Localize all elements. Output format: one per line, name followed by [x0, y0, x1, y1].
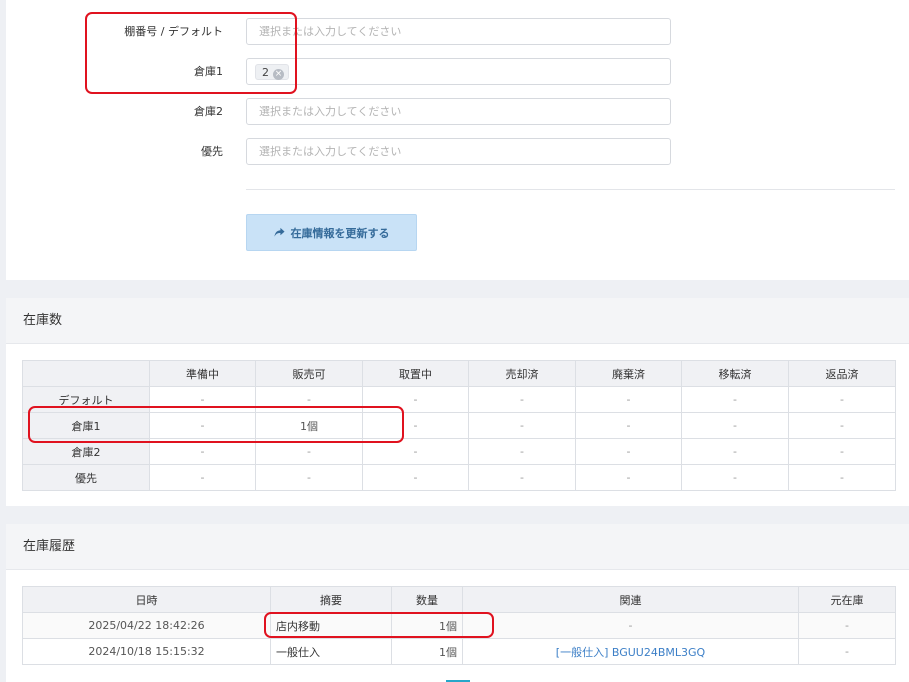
- priority-input[interactable]: 選択または入力してください: [246, 138, 671, 165]
- history-section-header: 在庫履歴: [6, 524, 909, 570]
- table-cell: -: [468, 386, 576, 413]
- table-cell: -: [149, 438, 256, 465]
- table-cell: -: [255, 464, 363, 491]
- table-cell: -: [788, 438, 896, 465]
- history-section-body: 日時 摘要 数量 関連 元在庫 2025/04/22 18:42:26 店内移動…: [6, 570, 909, 682]
- table-cell: 1個: [255, 412, 363, 439]
- column-header: 売却済: [468, 360, 576, 387]
- column-header: 摘要: [270, 586, 392, 613]
- table-row: 優先 - - - - - - -: [22, 464, 896, 491]
- table-row: 2025/04/22 18:42:26 店内移動 1個 - -: [22, 612, 896, 639]
- history-datetime: 2025/04/22 18:42:26: [22, 612, 271, 639]
- table-cell: -: [788, 464, 896, 491]
- history-quantity: 1個: [391, 638, 463, 665]
- history-summary: 一般仕入: [270, 638, 392, 665]
- row-label: 倉庫1: [22, 412, 150, 439]
- stock-table-header: 準備中 販売可 取置中 売却済 廃棄済 移転済 返品済: [22, 360, 896, 387]
- table-cell: -: [681, 464, 789, 491]
- table-cell: -: [362, 386, 469, 413]
- column-header: 日時: [22, 586, 271, 613]
- table-cell: -: [468, 412, 576, 439]
- stock-section-body: 準備中 販売可 取置中 売却済 廃棄済 移転済 返品済 デフォルト - - - …: [6, 344, 909, 506]
- table-cell: -: [681, 386, 789, 413]
- row-label: 優先: [22, 464, 150, 491]
- table-cell: -: [255, 386, 363, 413]
- default-shelf-label: 棚番号 / デフォルト: [124, 25, 223, 38]
- update-stock-button[interactable]: 在庫情報を更新する: [246, 214, 417, 251]
- table-cell: -: [575, 412, 682, 439]
- stock-section-header: 在庫数: [6, 298, 909, 344]
- form-row-default-shelf: 棚番号 / デフォルト 選択または入力してください: [6, 18, 909, 45]
- table-cell: -: [468, 464, 576, 491]
- table-row: 2024/10/18 15:15:32 一般仕入 1個 [一般仕入] BGUU2…: [22, 638, 896, 665]
- table-cell: -: [362, 464, 469, 491]
- history-quantity: 1個: [391, 612, 463, 639]
- column-header: 関連: [462, 586, 799, 613]
- table-cell: -: [575, 386, 682, 413]
- table-cell: -: [468, 438, 576, 465]
- history-related: -: [462, 612, 799, 639]
- column-header: 数量: [391, 586, 463, 613]
- table-cell: -: [575, 438, 682, 465]
- table-cell: -: [149, 386, 256, 413]
- column-header: 返品済: [788, 360, 896, 387]
- table-cell: -: [362, 412, 469, 439]
- table-cell: -: [149, 412, 256, 439]
- table-cell: -: [681, 412, 789, 439]
- column-header: 販売可: [255, 360, 363, 387]
- table-cell: -: [681, 438, 789, 465]
- update-stock-label: 在庫情報を更新する: [290, 226, 390, 240]
- column-header: [22, 360, 150, 387]
- table-cell: -: [788, 412, 896, 439]
- row-label: 倉庫2: [22, 438, 150, 465]
- history-source: -: [798, 612, 896, 639]
- warehouse2-label: 倉庫2: [194, 105, 223, 118]
- column-header: 移転済: [681, 360, 789, 387]
- history-related-link[interactable]: [一般仕入] BGUU24BML3GQ: [462, 638, 799, 665]
- table-cell: -: [149, 464, 256, 491]
- column-header: 元在庫: [798, 586, 896, 613]
- row-label: デフォルト: [22, 386, 150, 413]
- table-row: デフォルト - - - - - - -: [22, 386, 896, 413]
- form-row-warehouse2: 倉庫2 選択または入力してください: [6, 98, 909, 125]
- table-cell: -: [362, 438, 469, 465]
- warehouse1-tag-value: 2: [262, 66, 269, 79]
- history-summary: 店内移動: [270, 612, 392, 639]
- table-cell: -: [788, 386, 896, 413]
- warehouse2-input[interactable]: 選択または入力してください: [246, 98, 671, 125]
- remove-tag-icon[interactable]: ×: [273, 69, 284, 80]
- table-cell: -: [255, 438, 363, 465]
- form-row-priority: 優先 選択または入力してください: [6, 138, 909, 165]
- column-header: 準備中: [149, 360, 256, 387]
- warehouse1-tag: 2 ×: [255, 64, 289, 80]
- table-row: 倉庫1 - 1個 - - - - -: [22, 412, 896, 439]
- history-datetime: 2024/10/18 15:15:32: [22, 638, 271, 665]
- default-shelf-input[interactable]: 選択または入力してください: [246, 18, 671, 45]
- history-source: -: [798, 638, 896, 665]
- column-header: 取置中: [362, 360, 469, 387]
- table-cell: -: [575, 464, 682, 491]
- warehouse1-input[interactable]: 2 ×: [246, 58, 671, 85]
- stock-section-title: 在庫数: [23, 313, 63, 328]
- warehouse1-label: 倉庫1: [194, 65, 223, 78]
- history-table-header: 日時 摘要 数量 関連 元在庫: [22, 586, 896, 613]
- history-section-title: 在庫履歴: [23, 539, 76, 554]
- history-table: 日時 摘要 数量 関連 元在庫 2025/04/22 18:42:26 店内移動…: [22, 586, 896, 665]
- shelf-settings-form: 棚番号 / デフォルト 選択または入力してください 倉庫1 2 × 倉庫2 選択ま…: [6, 0, 909, 280]
- share-arrow-icon: [273, 227, 285, 237]
- stock-table: 準備中 販売可 取置中 売却済 廃棄済 移転済 返品済 デフォルト - - - …: [22, 360, 896, 491]
- priority-label: 優先: [201, 145, 223, 158]
- form-row-warehouse1: 倉庫1 2 ×: [6, 58, 909, 85]
- table-row: 倉庫2 - - - - - - -: [22, 438, 896, 465]
- form-divider: [246, 189, 895, 190]
- column-header: 廃棄済: [575, 360, 682, 387]
